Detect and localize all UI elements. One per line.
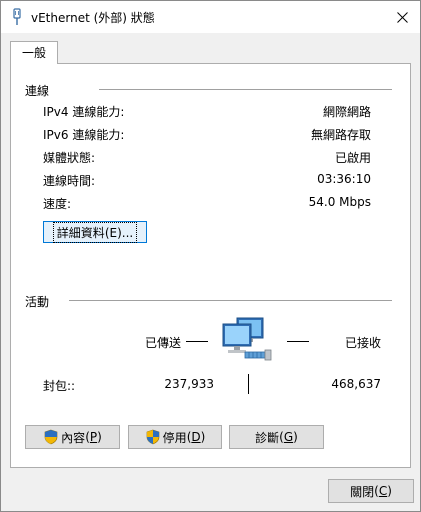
diagnose-button-key: G [283,430,294,444]
network-computers-icon [222,317,272,361]
duration-label: 連線時間: [43,174,96,188]
uac-shield-icon [44,429,58,445]
ipv6-label: IPv6 連線能力: [43,128,125,142]
received-dash [287,341,309,342]
close-button[interactable]: 關閉(C) [328,479,414,503]
ipv4-label: IPv4 連線能力: [43,105,125,119]
status-dialog: vEthernet (外部) 狀態 一般 連線 IPv4 連線能力: 網際網路 … [0,0,421,512]
tab-general[interactable]: 一般 [10,41,58,64]
uac-shield-icon [146,429,159,445]
diagnose-button-label: 診斷 [255,430,280,445]
received-label: 已接收 [344,336,381,350]
properties-button-label: 內容 [61,430,86,445]
close-button-label: 關閉 [350,484,375,499]
close-icon [396,11,408,23]
sent-dash [186,341,208,342]
window-close-button[interactable] [384,1,420,33]
ipv6-value: 無網路存取 [310,128,371,142]
media-state-value: 已啟用 [334,151,371,165]
details-button-label: 詳細資料 [56,225,105,240]
disable-button[interactable]: 停用(D) [128,425,222,449]
speed-value: 54.0 Mbps [308,195,371,209]
disable-button-key: D [191,430,201,444]
tab-general-label: 一般 [21,46,46,60]
connection-separator [99,89,392,90]
title-bar: vEthernet (外部) 狀態 [1,1,420,33]
activity-separator [69,300,392,301]
details-button-mnemonic: (E)... [104,225,134,240]
received-packets-value: 468,637 [331,377,381,391]
packets-label: 封包:: [43,379,76,393]
details-button-focus: 詳細資料(E)... [52,221,138,243]
speed-label: 速度: [43,197,72,211]
close-button-key: C [378,484,388,498]
diagnose-button[interactable]: 診斷(G) [229,425,324,449]
sent-label: 已傳送 [145,336,182,350]
properties-button-key: P [89,430,98,444]
connection-section-label: 連線 [25,84,50,98]
network-adapter-icon [13,8,21,25]
sent-packets-value: 237,933 [164,377,214,391]
general-panel: 連線 IPv4 連線能力: 網際網路 IPv6 連線能力: 無網路存取 媒體狀態… [10,63,411,468]
duration-value: 03:36:10 [317,172,371,186]
media-state-label: 媒體狀態: [43,151,96,165]
details-button[interactable]: 詳細資料(E)... [43,221,147,243]
activity-section-label: 活動 [25,295,50,309]
ipv4-value: 網際網路 [322,105,371,119]
activity-divider [248,374,249,394]
properties-button[interactable]: 內容(P) [25,425,120,449]
window-title: vEthernet (外部) 狀態 [31,11,155,25]
disable-button-label: 停用 [162,430,187,445]
